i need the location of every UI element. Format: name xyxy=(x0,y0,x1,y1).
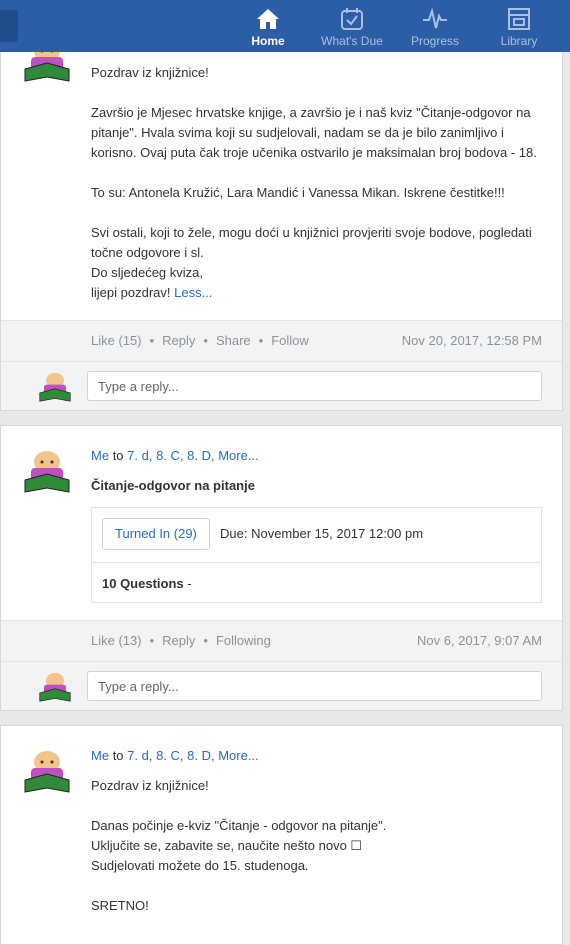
home-icon xyxy=(257,9,279,29)
post-greeting: Pozdrav iz knjižnice! xyxy=(91,65,209,80)
library-icon xyxy=(508,8,530,30)
post-paragraph: Uključite se, zabavite se, naučite nešto… xyxy=(91,838,363,853)
assignment-title: Čitanje-odgovor na pitanje xyxy=(91,478,255,493)
nav-home[interactable]: Home xyxy=(228,0,308,52)
post-header: Me to 7. d, 8. C, 8. D, More... xyxy=(91,746,540,766)
reply-input[interactable] xyxy=(87,671,542,701)
post-paragraph: Danas počinje e-kviz "Čitanje - odgovor … xyxy=(91,818,387,833)
assignment-box: Turned In (29) Due: November 15, 2017 12… xyxy=(91,507,542,603)
post-card: Me to 7. d, 8. C, 8. D, More... Pozdrav … xyxy=(0,725,563,945)
post-card: Pozdrav iz knjižnice! Završio je Mjesec … xyxy=(0,20,563,411)
post-paragraph: SRETNO! xyxy=(91,898,149,913)
post-paragraph: Svi ostali, koji to žele, mogu doći u kn… xyxy=(91,225,532,260)
questions-count: 10 Questions xyxy=(102,576,184,591)
post-card: Me to 7. d, 8. C, 8. D, More... Čitanje-… xyxy=(0,425,563,711)
due-date: Due: November 15, 2017 12:00 pm xyxy=(220,526,424,541)
nav-progress-label: Progress xyxy=(410,34,460,48)
recipients-link[interactable]: 7. d, 8. C, 8. D, More... xyxy=(127,448,259,463)
nav-progress[interactable]: Progress xyxy=(395,0,475,52)
avatar xyxy=(24,451,70,493)
post-actions: Like (15) • Reply • Share • Follow xyxy=(91,333,309,348)
reply-button[interactable]: Reply xyxy=(162,333,195,348)
calendar-check-icon xyxy=(341,8,363,30)
post-body: Pozdrav iz knjižnice! Završio je Mjesec … xyxy=(91,63,540,303)
post-paragraph: To su: Antonela Kružić, Lara Mandić i Va… xyxy=(91,185,505,200)
post-greeting: Pozdrav iz knjižnice! xyxy=(91,778,209,793)
questions-row: 10 Questions - xyxy=(92,562,541,605)
follow-button[interactable]: Follow xyxy=(271,333,309,348)
nav-whats-due[interactable]: What's Due xyxy=(312,0,392,52)
nav-whats-due-label: What's Due xyxy=(321,34,383,48)
post-date: Nov 20, 2017, 12:58 PM xyxy=(401,333,542,348)
questions-suffix: - xyxy=(183,576,192,591)
post-footer: Like (13) • Reply • Following Nov 6, 2017, 9… xyxy=(1,620,562,662)
post-date: Nov 6, 2017, 9:07 AM xyxy=(416,633,542,648)
pulse-icon xyxy=(423,7,447,29)
avatar xyxy=(39,672,71,702)
menu-toggle-button[interactable] xyxy=(0,10,18,42)
post-body: Pozdrav iz knjižnice! Danas počinje e-kv… xyxy=(91,776,540,916)
post-paragraph: Do sljedećeg kviza, xyxy=(91,265,203,280)
share-button[interactable]: Share xyxy=(216,333,251,348)
sender-link[interactable]: Me xyxy=(91,748,109,763)
reply-input[interactable] xyxy=(87,371,542,401)
reply-button[interactable]: Reply xyxy=(162,633,195,648)
like-button[interactable]: Like (15) xyxy=(91,333,142,348)
nav-library-label: Library xyxy=(500,34,538,48)
post-paragraph: Završio je Mjesec hrvatske knjige, a zav… xyxy=(91,105,537,160)
post-header: Me to 7. d, 8. C, 8. D, More... xyxy=(91,446,540,466)
sender-link[interactable]: Me xyxy=(91,448,109,463)
following-button[interactable]: Following xyxy=(216,633,271,648)
less-link[interactable]: Less... xyxy=(174,285,212,300)
to-label: to xyxy=(112,748,124,763)
nav-library[interactable]: Library xyxy=(479,0,559,52)
post-actions: Like (13) • Reply • Following xyxy=(91,633,271,648)
to-label: to xyxy=(112,448,124,463)
like-button[interactable]: Like (13) xyxy=(91,633,142,648)
post-paragraph: Sudjelovati možete do 15. studenoga. xyxy=(91,858,309,873)
reply-row xyxy=(1,661,562,710)
top-nav-bar: Home What's Due Progress Library xyxy=(0,0,570,52)
post-paragraph: lijepi pozdrav! xyxy=(91,285,171,300)
avatar xyxy=(24,751,70,793)
turned-in-button[interactable]: Turned In (29) xyxy=(102,518,210,550)
reply-row xyxy=(1,361,562,410)
nav-home-label: Home xyxy=(251,34,285,48)
post-footer: Like (15) • Reply • Share • Follow Nov 20, 201… xyxy=(1,320,562,362)
avatar xyxy=(39,372,71,402)
recipients-link[interactable]: 7. d, 8. C, 8. D, More... xyxy=(127,748,259,763)
